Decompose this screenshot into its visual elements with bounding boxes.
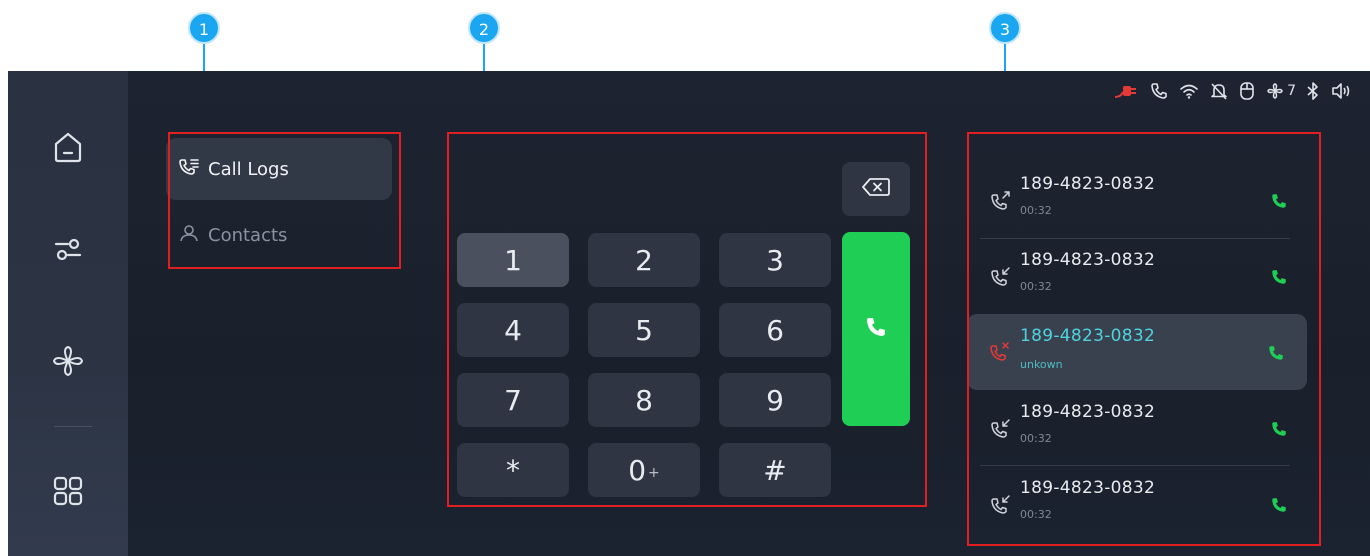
sliders-icon[interactable] — [48, 229, 88, 269]
volume-icon — [1330, 81, 1354, 101]
annotation-box-1 — [168, 132, 401, 269]
annotation-box-2 — [447, 132, 927, 507]
plug-icon — [1113, 81, 1139, 101]
callout-3: 3 — [989, 12, 1021, 44]
status-bar: 7 — [1113, 79, 1354, 103]
fan-status-icon — [1267, 83, 1283, 99]
phone-icon — [1149, 81, 1169, 101]
callout-2: 2 — [468, 12, 500, 44]
fan-level: 7 — [1265, 81, 1296, 101]
fan-icon[interactable] — [48, 341, 88, 381]
bluetooth-icon — [1306, 81, 1320, 101]
annotation-box-3 — [967, 132, 1321, 546]
home-icon[interactable] — [48, 127, 88, 167]
mouse-icon — [1239, 81, 1255, 101]
wifi-icon — [1179, 81, 1199, 101]
sidebar-divider — [54, 426, 92, 427]
apps-grid-icon[interactable] — [48, 471, 88, 511]
fan-level-value: 7 — [1287, 83, 1296, 99]
sidebar — [8, 71, 128, 556]
bell-off-icon — [1209, 81, 1229, 101]
callout-1: 1 — [188, 12, 220, 44]
